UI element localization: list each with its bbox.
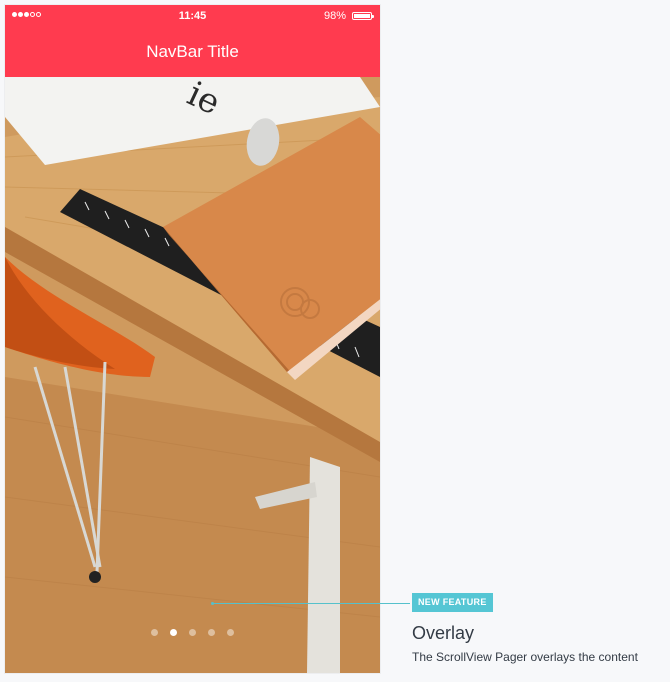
page-dot-active[interactable] bbox=[170, 629, 177, 636]
feature-description: The ScrollView Pager overlays the conten… bbox=[412, 650, 638, 664]
battery-percent: 98% bbox=[323, 10, 346, 22]
page-dot[interactable] bbox=[208, 629, 215, 636]
status-bar: 11:45 98% bbox=[5, 5, 380, 27]
page-dot[interactable] bbox=[151, 629, 158, 636]
page-dot[interactable] bbox=[227, 629, 234, 636]
page-dot[interactable] bbox=[189, 629, 196, 636]
battery-icon bbox=[352, 12, 374, 20]
content-photo[interactable]: ie bbox=[5, 77, 380, 673]
page-indicator[interactable] bbox=[5, 629, 380, 636]
phone-screen: ie 11:45 98% NavBar Title bbox=[5, 5, 380, 673]
new-feature-badge: NEW FEATURE bbox=[412, 593, 493, 612]
navbar: NavBar Title bbox=[5, 27, 380, 77]
feature-title: Overlay bbox=[412, 623, 475, 643]
navbar-title: NavBar Title bbox=[146, 42, 239, 61]
callout-line bbox=[213, 603, 410, 604]
